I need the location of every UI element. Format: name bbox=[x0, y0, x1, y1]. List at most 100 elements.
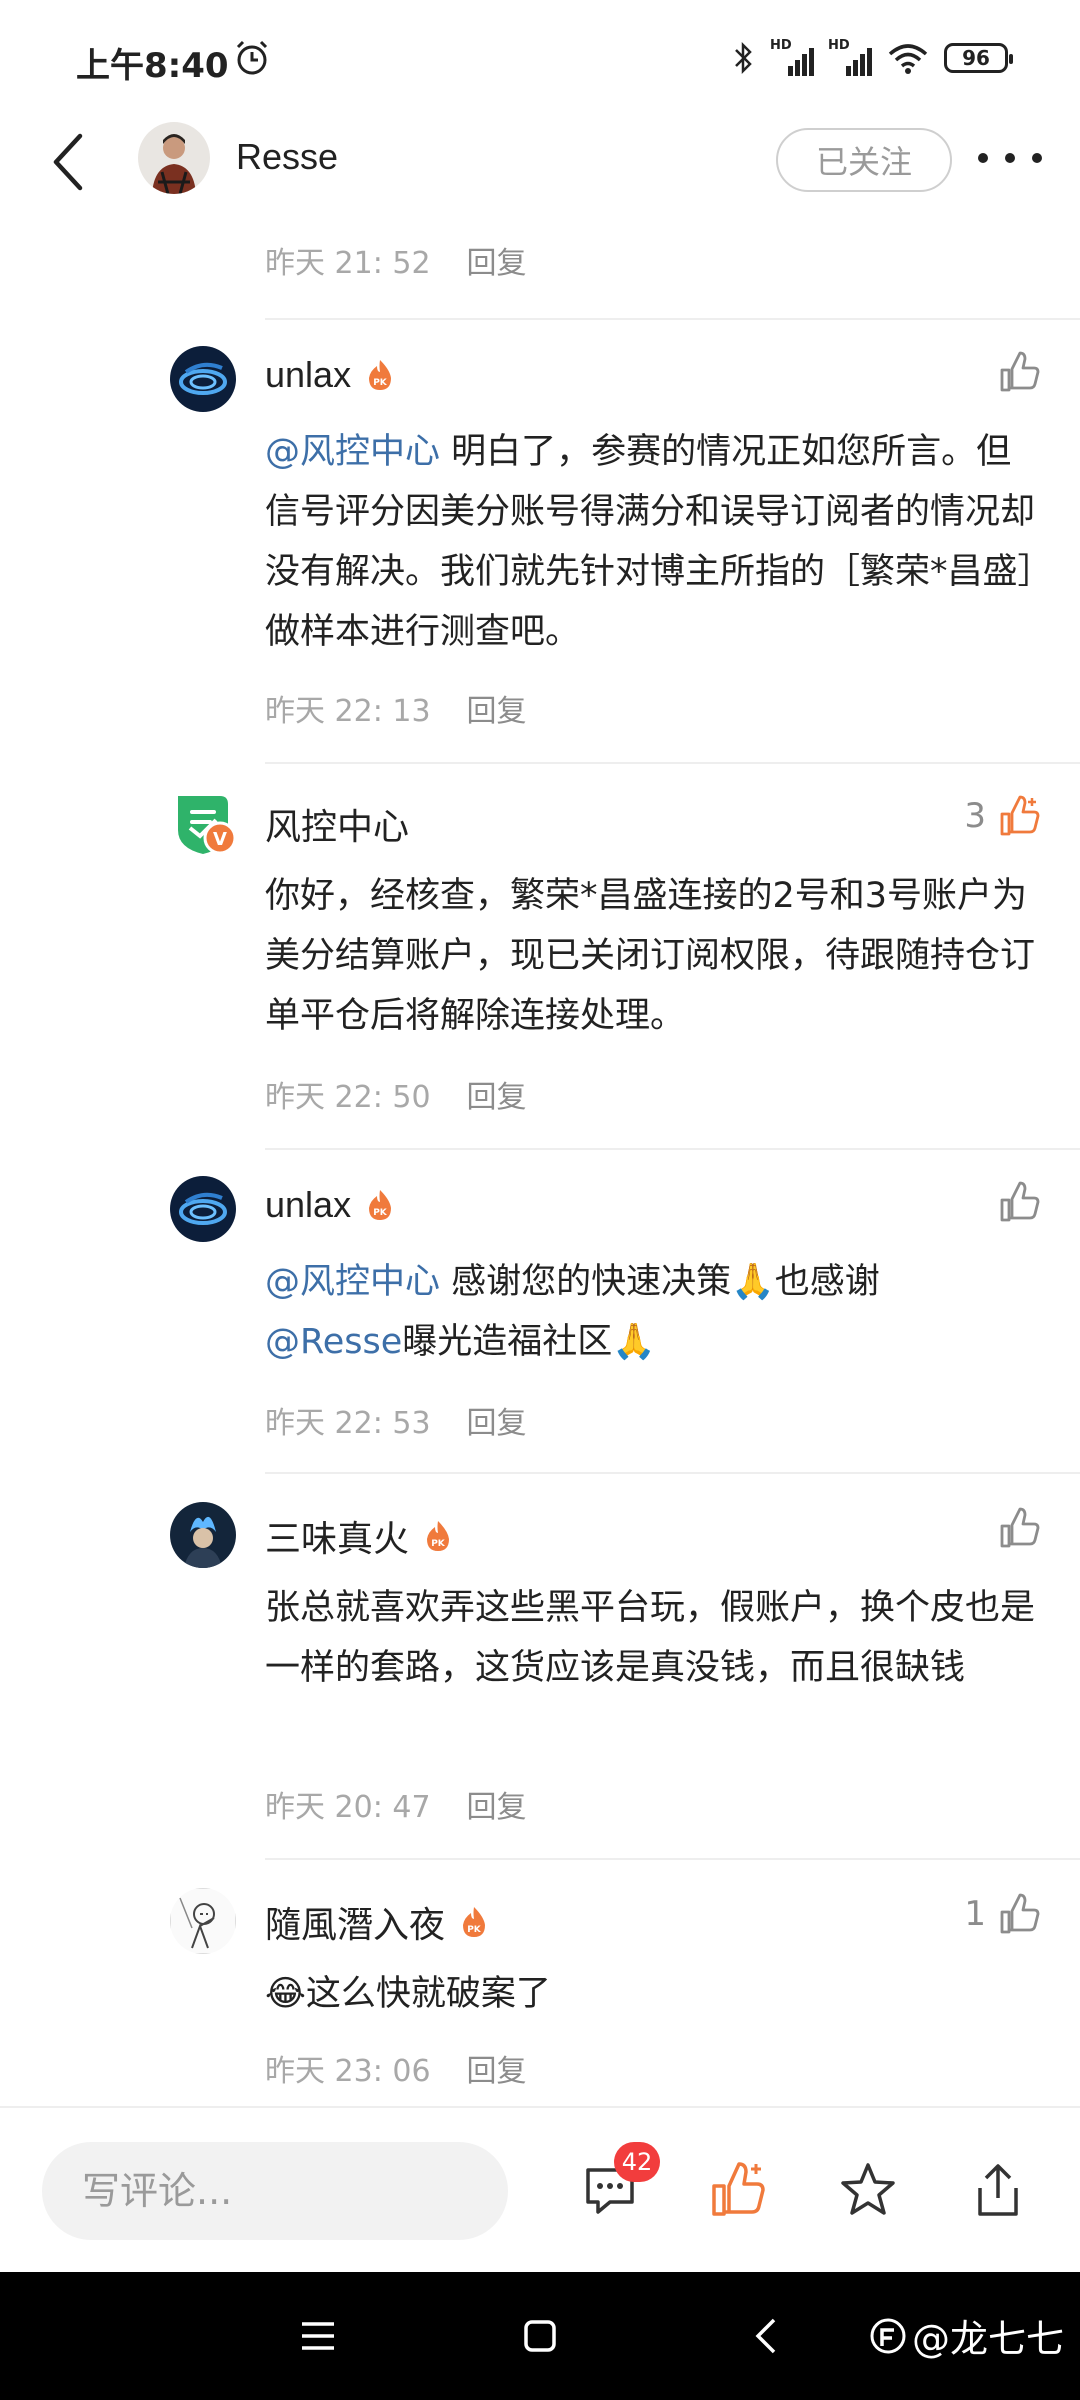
comment-meta: 昨天 20: 47 回复 bbox=[265, 1782, 527, 1826]
comment-time: 昨天 22: 50 bbox=[265, 1080, 431, 1115]
back-icon[interactable] bbox=[744, 2312, 792, 2360]
comment-time: 昨天 21: 52 bbox=[265, 246, 431, 281]
reply-button[interactable]: 回复 bbox=[467, 246, 527, 281]
reply-button[interactable]: 回复 bbox=[467, 1080, 527, 1115]
back-arrow-icon[interactable] bbox=[44, 130, 94, 194]
reply-button[interactable]: 回复 bbox=[467, 694, 527, 729]
thumbs-up-active-icon bbox=[712, 2162, 765, 2216]
menu-icon[interactable] bbox=[294, 2312, 342, 2360]
comment-time: 昨天 23: 06 bbox=[265, 2054, 431, 2089]
watermark: @龙七七 bbox=[868, 2308, 1064, 2363]
commenter-name[interactable]: unlax PK bbox=[265, 354, 395, 396]
commenter-name-text[interactable]: unlax bbox=[265, 1184, 351, 1226]
like-count: 3 bbox=[964, 796, 986, 836]
comment-text: 😂这么快就破案了 bbox=[265, 1974, 551, 2014]
commenter-name-text[interactable]: unlax bbox=[265, 354, 351, 396]
thumbs-up-icon bbox=[1000, 1507, 1040, 1548]
thumbs-up-active-icon bbox=[1000, 795, 1040, 836]
commenter-name-text[interactable]: 风控中心 bbox=[265, 798, 409, 850]
status-time: 上午8:40 bbox=[76, 46, 229, 86]
like-button[interactable]: 3 bbox=[964, 794, 1040, 838]
alarm-icon bbox=[236, 40, 268, 75]
bluetooth-icon bbox=[735, 41, 752, 75]
divider bbox=[265, 762, 1080, 764]
comment-meta: 昨天 23: 06 回复 bbox=[265, 2046, 527, 2090]
comment-meta: 昨天 22: 50 回复 bbox=[265, 1072, 527, 1116]
divider bbox=[265, 318, 1080, 320]
comment-time: 昨天 22: 13 bbox=[265, 694, 431, 729]
reply-button[interactable]: 回复 bbox=[467, 1790, 527, 1825]
divider bbox=[265, 1858, 1080, 1860]
comment-meta: 昨天 22: 53 回复 bbox=[265, 1398, 527, 1442]
commenter-avatar[interactable] bbox=[170, 346, 236, 412]
commenter-name[interactable]: 隨風潛入夜 PK bbox=[265, 1896, 489, 1948]
user-avatar[interactable] bbox=[138, 122, 210, 194]
comment-text: 张总就喜欢弄这些黑平台玩，假账户，换个皮也是一样的套路，这货应该是真没钱，而且很… bbox=[265, 1588, 1036, 1688]
comment-text: @风控中心 明白了，参赛的情况正如您所言。但信号评分因美分账号得满分和误导订阅者… bbox=[265, 422, 1045, 662]
more-options-icon[interactable] bbox=[978, 148, 1042, 168]
pk-flame-icon: PK bbox=[369, 360, 392, 390]
comment-body: 感谢您的快速决策🙏也感谢 bbox=[440, 1262, 880, 1302]
platform-logo-icon bbox=[870, 2318, 906, 2353]
like-button[interactable] bbox=[986, 1506, 1040, 1550]
star-icon bbox=[841, 2163, 895, 2215]
commenter-avatar[interactable]: V bbox=[170, 790, 237, 856]
comment-meta: 昨天 21: 52 回复 bbox=[265, 238, 527, 282]
comment-meta: 昨天 22: 13 回复 bbox=[265, 686, 527, 730]
write-comment-input[interactable] bbox=[42, 2142, 508, 2240]
page-header: Resse 已关注 bbox=[0, 118, 1080, 202]
commenter-name[interactable]: 三味真火 PK bbox=[265, 1510, 453, 1562]
share-button[interactable] bbox=[968, 2160, 1028, 2220]
comment-time: 昨天 22: 53 bbox=[265, 1406, 431, 1441]
commenter-name[interactable]: 风控中心 bbox=[265, 798, 409, 850]
like-button[interactable]: 1 bbox=[964, 1892, 1040, 1936]
mention-link[interactable]: @风控中心 bbox=[265, 432, 440, 472]
like-button[interactable] bbox=[986, 350, 1040, 394]
commenter-name-text[interactable]: 隨風潛入夜 bbox=[265, 1896, 445, 1948]
signal-icon: HD bbox=[828, 38, 872, 78]
following-button[interactable]: 已关注 bbox=[776, 128, 952, 192]
reply-button[interactable]: 回复 bbox=[467, 2054, 527, 2089]
commenter-avatar[interactable] bbox=[170, 1502, 236, 1568]
battery-indicator: 96 bbox=[944, 43, 1013, 73]
thumbs-up-icon bbox=[1000, 351, 1040, 392]
reply-button[interactable]: 回复 bbox=[467, 1406, 527, 1441]
signal-hd-label: HD bbox=[770, 38, 792, 53]
comment-text: 你好，经核查，繁荣*昌盛连接的2号和3号账户为美分结算账户，现已关闭订阅权限，待… bbox=[265, 876, 1036, 1036]
pk-flame-icon: PK bbox=[427, 1521, 450, 1551]
commenter-avatar[interactable] bbox=[170, 1176, 236, 1242]
divider bbox=[265, 1148, 1080, 1150]
svg-text:V: V bbox=[213, 829, 227, 850]
svg-text:PK: PK bbox=[373, 378, 388, 388]
watermark-text: @龙七七 bbox=[911, 2317, 1064, 2361]
like-post-button[interactable] bbox=[708, 2160, 768, 2220]
comment-time: 昨天 20: 47 bbox=[265, 1790, 431, 1825]
mention-link[interactable]: @Resse bbox=[265, 1322, 402, 1362]
system-nav-bar: @龙七七 bbox=[0, 2272, 1080, 2400]
thumbs-up-icon bbox=[1000, 1181, 1040, 1222]
commenter-name[interactable]: unlax PK bbox=[265, 1184, 395, 1226]
header-user-name[interactable]: Resse bbox=[236, 136, 338, 178]
like-button[interactable] bbox=[986, 1180, 1040, 1224]
pk-flame-icon: PK bbox=[369, 1190, 392, 1220]
battery-level: 96 bbox=[962, 46, 990, 70]
share-icon bbox=[978, 2164, 1018, 2216]
commenter-name-text[interactable]: 三味真火 bbox=[265, 1510, 409, 1562]
commenter-avatar[interactable] bbox=[170, 1888, 236, 1954]
wifi-icon bbox=[888, 44, 928, 74]
pk-flame-icon: PK bbox=[463, 1907, 486, 1937]
svg-text:PK: PK bbox=[467, 1925, 482, 1935]
action-bar: 42 bbox=[0, 2106, 1080, 2274]
favorite-button[interactable] bbox=[838, 2160, 898, 2220]
comment-body: 曝光造福社区🙏 bbox=[402, 1322, 656, 1362]
like-count: 1 bbox=[964, 1894, 986, 1934]
thumbs-up-icon bbox=[1000, 1893, 1040, 1934]
home-icon[interactable] bbox=[516, 2312, 564, 2360]
mention-link[interactable]: @风控中心 bbox=[265, 1262, 440, 1302]
comment-text: @风控中心 感谢您的快速决策🙏也感谢 @Resse曝光造福社区🙏 bbox=[265, 1252, 1045, 1372]
status-bar: 上午8:40 HD HD 96 bbox=[0, 0, 1080, 118]
signal-hd-label: HD bbox=[828, 38, 850, 53]
comment-count-badge: 42 bbox=[614, 2142, 660, 2182]
svg-text:PK: PK bbox=[431, 1539, 446, 1549]
svg-text:PK: PK bbox=[373, 1208, 388, 1218]
